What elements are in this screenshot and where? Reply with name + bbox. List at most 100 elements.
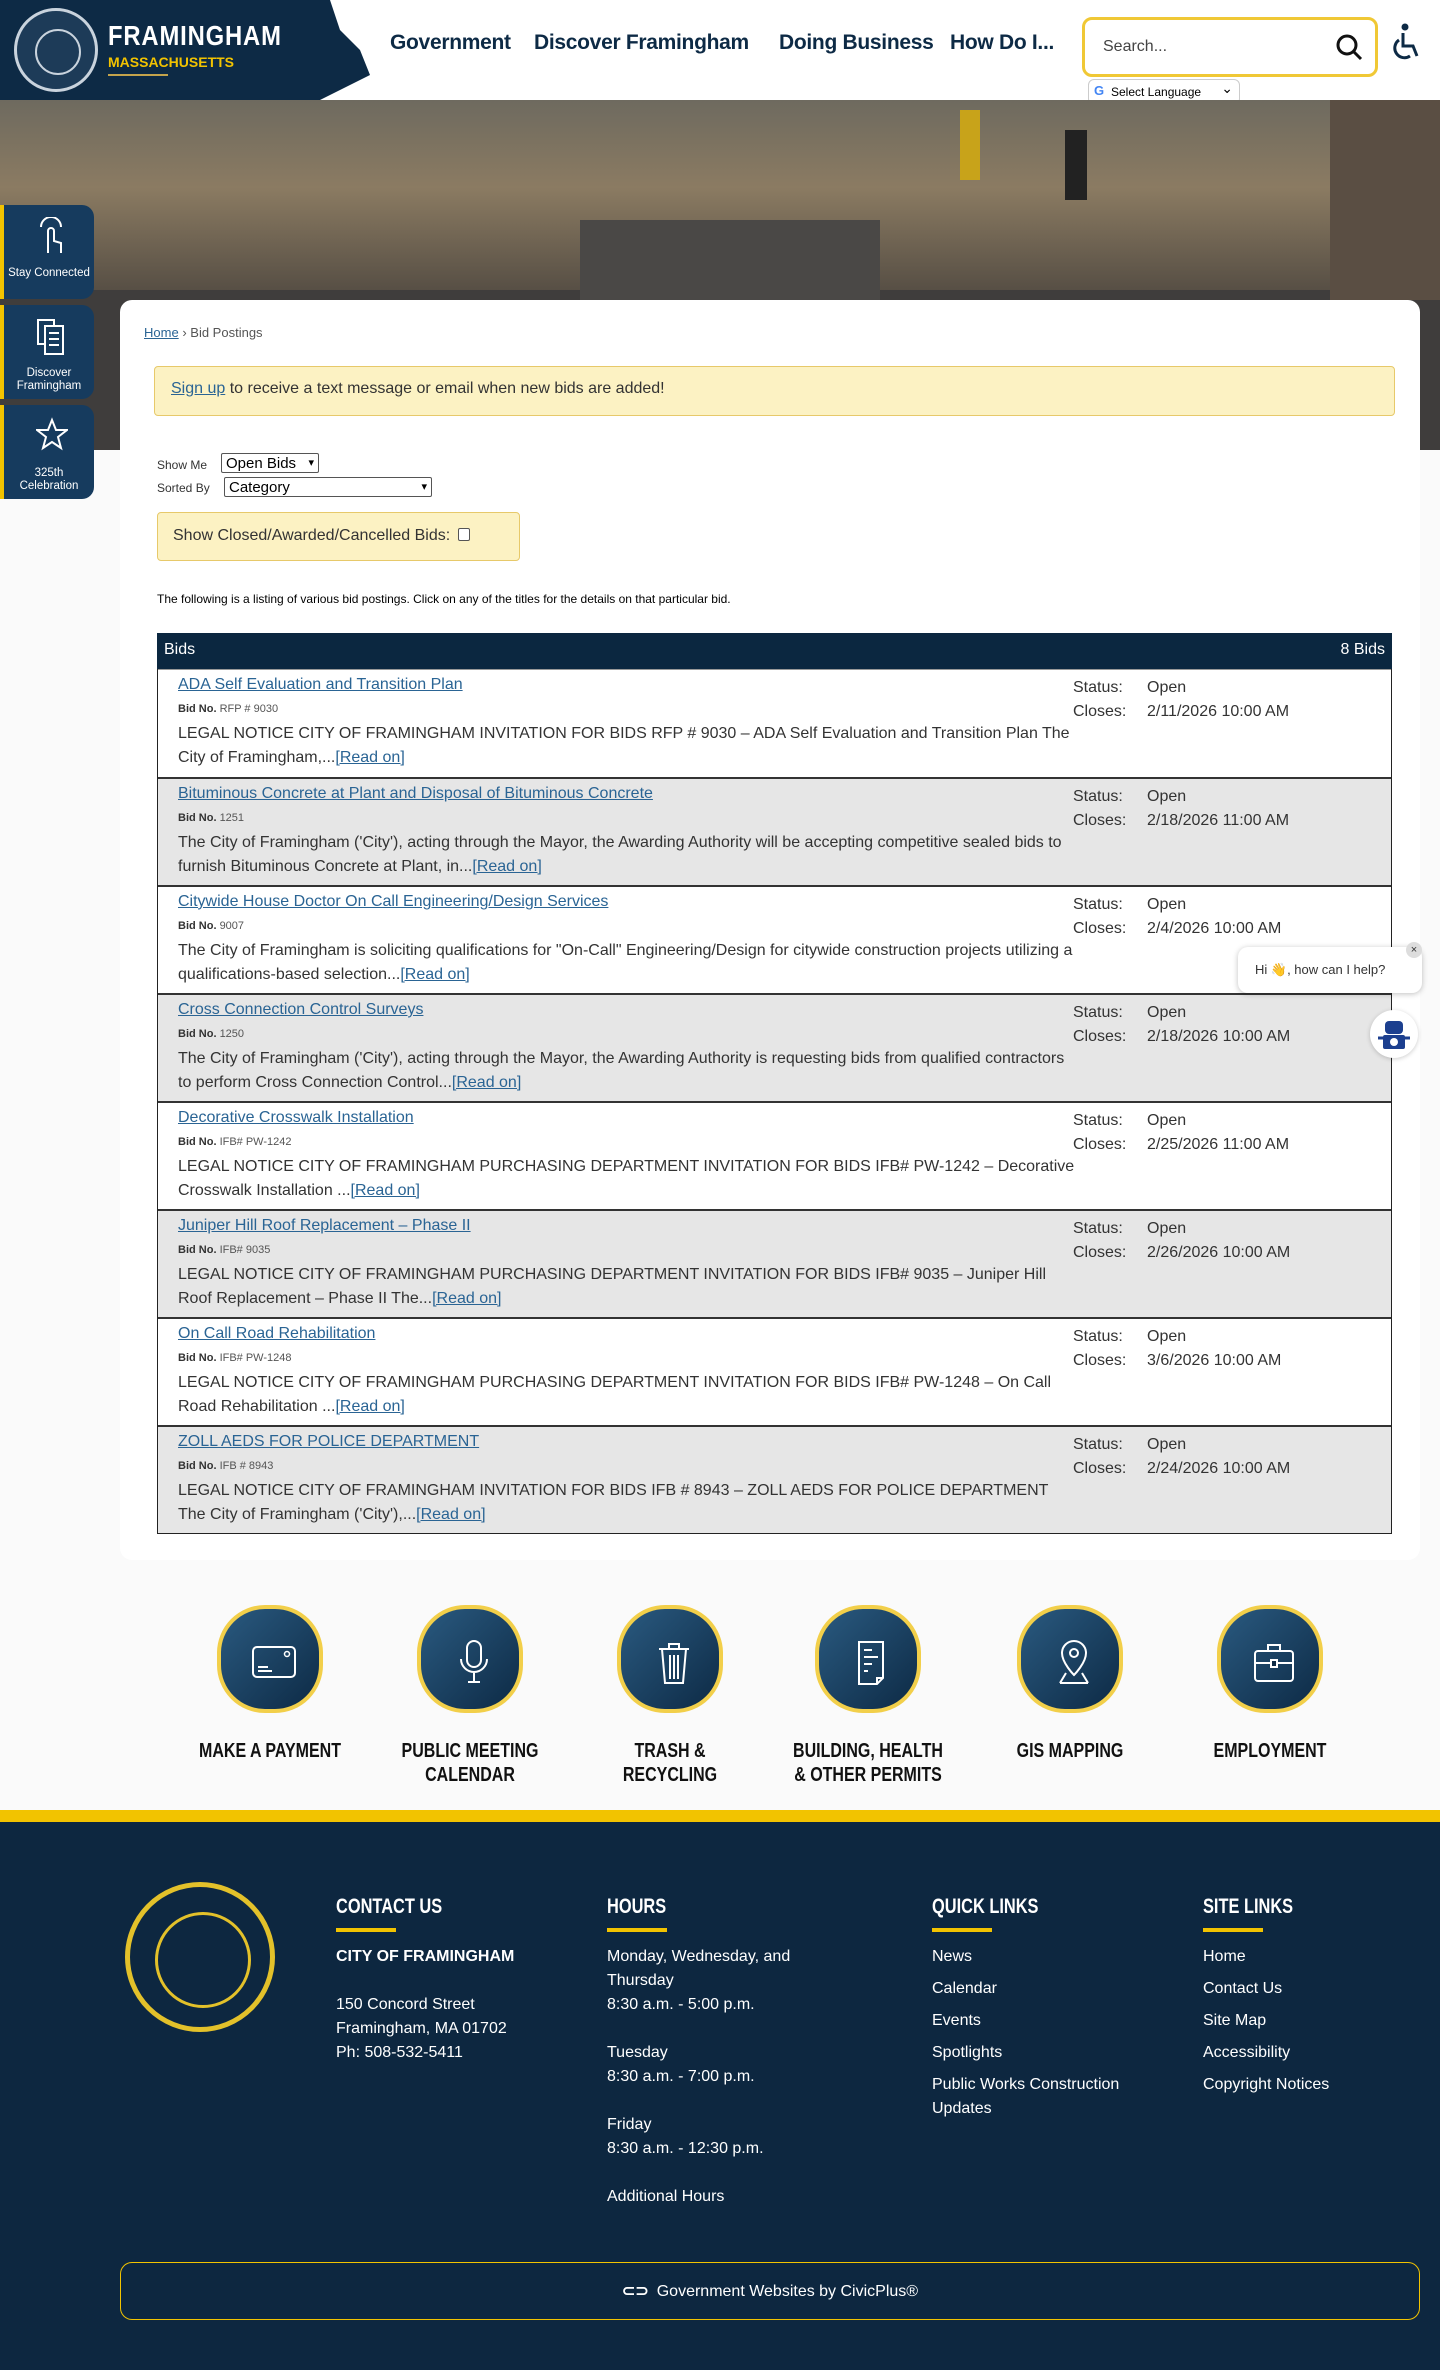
- close-icon[interactable]: ×: [1406, 942, 1422, 958]
- nav-doing-business[interactable]: Doing Business: [779, 31, 934, 55]
- footer-link-events[interactable]: Events: [932, 2009, 1172, 2041]
- additional-hours-link[interactable]: Additional Hours: [607, 2185, 827, 2217]
- status-label: Status:: [1073, 788, 1123, 805]
- show-me-select[interactable]: Open Bids ▾: [221, 453, 319, 473]
- quick-link-permits[interactable]: BUILDING, HEALTH & OTHER PERMITS: [768, 1605, 968, 1787]
- closes-label: Closes:: [1073, 1352, 1127, 1369]
- status-value: Open: [1147, 679, 1187, 696]
- closes-label: Closes:: [1073, 920, 1127, 937]
- nav-discover-framingham[interactable]: Discover Framingham: [534, 31, 749, 55]
- status-label: Status:: [1073, 1220, 1123, 1237]
- bid-no-label: Bid No.: [178, 1352, 217, 1364]
- read-on-link[interactable]: [Read on]: [400, 966, 469, 983]
- chevron-down-icon: ▾: [421, 481, 427, 493]
- footer-quick-links: News Calendar Events Spotlights Public W…: [932, 1945, 1172, 2121]
- map-pin-icon: [1059, 1639, 1089, 1684]
- footer-link-home[interactable]: Home: [1203, 1945, 1403, 1977]
- brand-name[interactable]: FRAMINGHAM: [108, 20, 282, 52]
- read-on-link[interactable]: [Read on]: [335, 749, 404, 766]
- heading-underline: [932, 1928, 992, 1932]
- read-on-link[interactable]: [Read on]: [416, 1506, 485, 1523]
- search-icon[interactable]: [1335, 33, 1363, 61]
- briefcase-icon: [1254, 1644, 1294, 1682]
- read-on-link[interactable]: [Read on]: [335, 1398, 404, 1415]
- closes-value: 2/18/2026 11:00 AM: [1147, 812, 1290, 829]
- show-closed-checkbox[interactable]: [458, 528, 471, 541]
- bid-status: Status: Open Closes: 2/25/2026 11:00 AM: [1073, 1109, 1289, 1157]
- trash-can-icon: [659, 1643, 689, 1684]
- footer-link-site-map[interactable]: Site Map: [1203, 2009, 1403, 2041]
- brand-divider: [108, 74, 168, 76]
- closes-value: 3/6/2026 10:00 AM: [1147, 1352, 1282, 1369]
- signup-link[interactable]: Sign up: [171, 380, 225, 397]
- read-on-link[interactable]: [Read on]: [452, 1074, 521, 1091]
- bid-status: Status: Open Closes: 2/24/2026 10:00 AM: [1073, 1433, 1290, 1481]
- bid-description: The City of Framingham ('City'), acting …: [178, 831, 1078, 879]
- quick-link-payment[interactable]: MAKE A PAYMENT: [170, 1605, 370, 1763]
- bid-no-value: IFB# PW-1242: [219, 1136, 292, 1148]
- hours-time: 8:30 a.m. - 12:30 p.m.: [607, 2140, 764, 2157]
- footer-link-calendar[interactable]: Calendar: [932, 1977, 1172, 2009]
- footer-link-contact-us[interactable]: Contact Us: [1203, 1977, 1403, 2009]
- bid-status: Status: Open Closes: 3/6/2026 10:00 AM: [1073, 1325, 1281, 1373]
- quick-link-icon-tile[interactable]: [217, 1605, 323, 1713]
- closes-value: 2/24/2026 10:00 AM: [1147, 1460, 1291, 1477]
- quick-link-icon-tile[interactable]: [1017, 1605, 1123, 1713]
- quick-link-icon-tile[interactable]: [815, 1605, 921, 1713]
- quick-link-icon-tile[interactable]: [1217, 1605, 1323, 1713]
- bid-no-label: Bid No.: [178, 920, 217, 932]
- footer-link-copyright[interactable]: Copyright Notices: [1203, 2073, 1403, 2105]
- footer-quick-links-heading: QUICK LINKS: [932, 1895, 1039, 1918]
- bid-no-label: Bid No.: [178, 1244, 217, 1256]
- status-value: Open: [1147, 1004, 1187, 1021]
- bid-row: Decorative Crosswalk Installation Bid No…: [158, 1101, 1391, 1209]
- quick-link-meeting-calendar[interactable]: PUBLIC MEETING CALENDAR: [370, 1605, 570, 1787]
- chatbot-button[interactable]: [1370, 1010, 1418, 1058]
- hours-days: Monday, Wednesday, and Thursday: [607, 1948, 791, 1989]
- footer-link-accessibility[interactable]: Accessibility: [1203, 2041, 1403, 2073]
- accessibility-icon[interactable]: [1388, 22, 1422, 62]
- read-on-link[interactable]: [Read on]: [351, 1182, 420, 1199]
- quick-link-employment[interactable]: EMPLOYMENT: [1170, 1605, 1370, 1763]
- footer-site-links: Home Contact Us Site Map Accessibility C…: [1203, 1945, 1403, 2105]
- side-tab-stay-connected[interactable]: Stay Connected: [0, 205, 94, 299]
- nav-how-do-i[interactable]: How Do I...: [950, 31, 1054, 55]
- quick-link-icon-tile[interactable]: [417, 1605, 523, 1713]
- hours-days: Tuesday: [607, 2044, 668, 2061]
- quick-link-label: EMPLOYMENT: [1213, 1740, 1327, 1762]
- bid-row: ZOLL AEDS FOR POLICE DEPARTMENT Bid No. …: [158, 1425, 1391, 1533]
- bid-description-text: The City of Framingham ('City'), acting …: [178, 834, 1062, 875]
- bid-description-text: The City of Framingham is soliciting qua…: [178, 942, 1073, 983]
- bid-no-value: RFP # 9030: [219, 703, 279, 715]
- show-closed-label: Show Closed/Awarded/Cancelled Bids:: [173, 527, 451, 544]
- read-on-link[interactable]: [Read on]: [432, 1290, 501, 1307]
- bid-no-value: IFB# PW-1248: [219, 1352, 292, 1364]
- closes-label: Closes:: [1073, 1460, 1127, 1477]
- search-input[interactable]: Search...: [1082, 17, 1378, 77]
- quick-link-trash-recycling[interactable]: TRASH & RECYCLING: [570, 1605, 770, 1787]
- bid-no-label: Bid No.: [178, 812, 217, 824]
- footer-link-spotlights[interactable]: Spotlights: [932, 2041, 1172, 2073]
- footer-hours: Monday, Wednesday, and Thursday 8:30 a.m…: [607, 1945, 827, 2217]
- bid-no-value: 9007: [219, 920, 245, 932]
- quick-link-icon-tile[interactable]: [617, 1605, 723, 1713]
- bid-status: Status: Open Closes: 2/4/2026 10:00 AM: [1073, 893, 1281, 941]
- bid-row: Bituminous Concrete at Plant and Disposa…: [158, 777, 1391, 885]
- breadcrumb-home[interactable]: Home: [144, 325, 179, 340]
- side-tab-325th-celebration[interactable]: 325th Celebration: [0, 405, 94, 499]
- read-on-link[interactable]: [Read on]: [472, 858, 541, 875]
- sorted-by-select[interactable]: Category ▾: [224, 477, 432, 497]
- side-tab-discover-framingham[interactable]: Discover Framingham: [0, 305, 94, 399]
- chevron-down-icon: ▾: [308, 457, 314, 469]
- footer-link-public-works[interactable]: Public Works Construction Updates: [932, 2073, 1172, 2121]
- chat-bubble[interactable]: Hi 👋, how can I help?: [1238, 947, 1422, 993]
- quick-link-gis-mapping[interactable]: GIS MAPPING: [970, 1605, 1170, 1763]
- civicplus-credit[interactable]: ⊂⊃ Government Websites by CivicPlus®: [120, 2262, 1420, 2320]
- footer-link-news[interactable]: News: [932, 1945, 1172, 1977]
- closes-label: Closes:: [1073, 1136, 1127, 1153]
- status-value: Open: [1147, 1328, 1187, 1345]
- status-value: Open: [1147, 1436, 1187, 1453]
- bid-no-label: Bid No.: [178, 1028, 217, 1040]
- city-seal-logo[interactable]: [14, 8, 98, 92]
- nav-government[interactable]: Government: [390, 31, 511, 55]
